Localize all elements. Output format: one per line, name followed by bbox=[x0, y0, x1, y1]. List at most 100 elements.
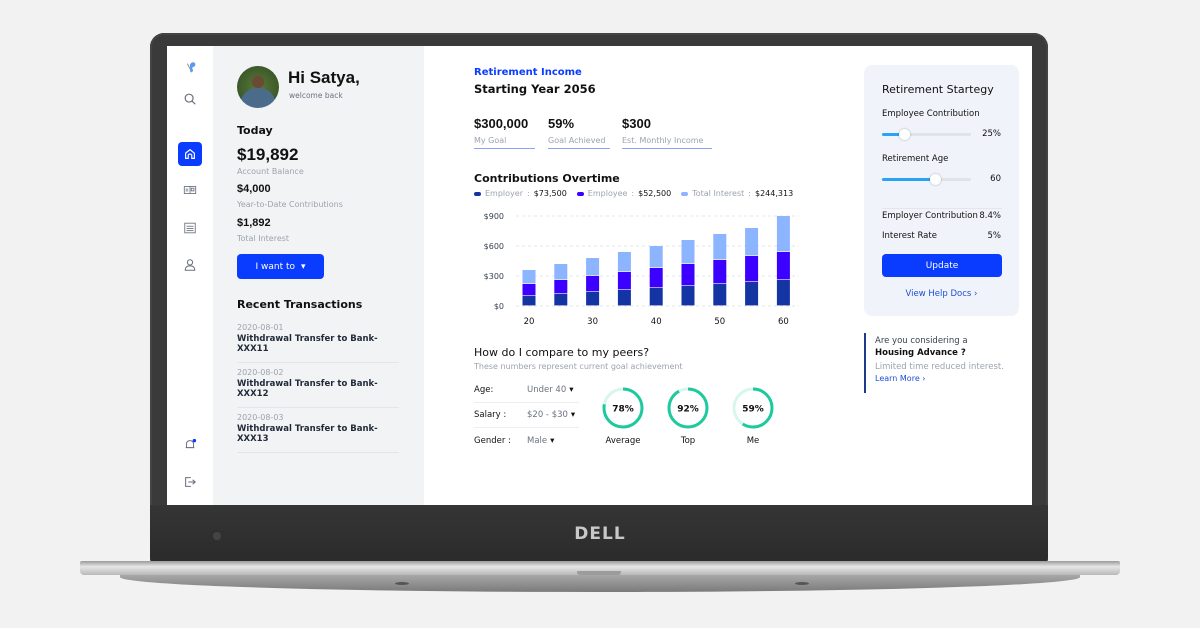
transaction-date: 2020-08-03 bbox=[237, 413, 284, 422]
transaction-item[interactable]: 2020-08-01 Withdrawal Transfer to Bank-X… bbox=[237, 321, 399, 363]
ytd-contributions-label: Year-to-Date Contributions bbox=[237, 200, 343, 209]
laptop-notch bbox=[577, 571, 621, 575]
avatar[interactable] bbox=[237, 66, 279, 108]
gauge-me: 59% Me bbox=[729, 386, 777, 446]
x-tick-label: 30 bbox=[587, 317, 598, 327]
legend-value: $244,313 bbox=[754, 189, 794, 198]
employee-contribution-value: 25% bbox=[982, 129, 1001, 139]
webcam-icon bbox=[213, 532, 221, 540]
bar-segment-employer bbox=[681, 286, 695, 306]
laptop-base-underside bbox=[120, 574, 1080, 592]
bar-segment-employer bbox=[522, 296, 536, 306]
transaction-item[interactable]: 2020-08-02 Withdrawal Transfer to Bank-X… bbox=[237, 366, 399, 408]
bar-segment-total-interest bbox=[745, 228, 759, 256]
filter-label: Salary : bbox=[474, 410, 507, 420]
bar-segment-employee bbox=[554, 280, 568, 294]
account-balance-value: $19,892 bbox=[237, 145, 299, 164]
x-tick-label: 20 bbox=[524, 317, 535, 327]
total-interest-label: Total Interest bbox=[237, 234, 290, 243]
bar-segment-total-interest bbox=[681, 240, 695, 264]
filter-age[interactable]: Age: Under 40 ▾ bbox=[474, 378, 579, 403]
strategy-title: Retirement Startegy bbox=[882, 83, 994, 96]
transaction-description: Withdrawal Transfer to Bank-XXX11 bbox=[237, 334, 378, 354]
home-icon[interactable] bbox=[178, 142, 202, 166]
stat-goal-achieved: 59% Goal Achieved bbox=[548, 116, 610, 149]
bar-segment-employer bbox=[745, 282, 759, 306]
bar-segment-employee bbox=[776, 252, 790, 280]
contributions-chart: $0 $300 $600 $900 20 30 40 50 60 bbox=[484, 212, 799, 327]
learn-more-link[interactable]: Learn More › bbox=[875, 374, 1004, 383]
bar-segment-employee bbox=[745, 256, 759, 282]
greeting: Hi Satya, bbox=[288, 68, 360, 87]
laptop-foot bbox=[395, 582, 409, 585]
retirement-age-value: 60 bbox=[990, 174, 1001, 184]
retirement-age-label: Retirement Age bbox=[882, 154, 949, 164]
legend-item-employee: Employee: $52,500 bbox=[576, 189, 672, 198]
chart-legend: Employer: $73,500 Employee: $52,500 Tota… bbox=[474, 189, 793, 198]
employee-contribution-slider[interactable] bbox=[882, 129, 971, 140]
search-icon[interactable] bbox=[178, 87, 202, 111]
stat-label: Goal Achieved bbox=[548, 136, 606, 145]
update-button[interactable]: Update bbox=[882, 254, 1002, 277]
user-icon[interactable] bbox=[178, 253, 202, 277]
id-card-icon[interactable] bbox=[178, 178, 202, 202]
employer-contribution-label: Employer Contribution bbox=[882, 211, 978, 221]
view-help-docs-link[interactable]: View Help Docs › bbox=[864, 289, 1019, 299]
retirement-strategy-panel: Retirement Startegy Employee Contributio… bbox=[864, 65, 1019, 316]
y-tick-label: $0 bbox=[494, 302, 504, 311]
slider-thumb[interactable] bbox=[930, 174, 942, 185]
legend-swatch bbox=[576, 191, 584, 196]
filter-value: $20 - $30 bbox=[527, 410, 568, 420]
caret-down-icon: ▾ bbox=[569, 385, 574, 395]
butterfly-icon[interactable] bbox=[178, 56, 202, 80]
gauge-value: 59% bbox=[742, 405, 764, 415]
bar-segment-employer bbox=[554, 294, 568, 306]
caret-down-icon: ▾ bbox=[301, 261, 306, 272]
retirement-age-slider[interactable] bbox=[882, 174, 971, 185]
employer-contribution-value: 8.4% bbox=[979, 211, 1001, 221]
starting-year-title: Starting Year 2056 bbox=[474, 82, 596, 96]
logout-icon[interactable] bbox=[178, 470, 202, 494]
legend-swatch bbox=[474, 191, 481, 196]
bar-segment-employee bbox=[617, 272, 631, 290]
x-tick-label: 50 bbox=[714, 317, 725, 327]
bar-segment-total-interest bbox=[522, 270, 536, 284]
bar-segment-employer bbox=[617, 290, 631, 306]
bar-segment-total-interest bbox=[776, 216, 790, 252]
legend-item-employer: Employer: $73,500 bbox=[474, 189, 567, 198]
slider-thumb[interactable] bbox=[899, 129, 911, 140]
filter-value: Under 40 bbox=[527, 385, 567, 395]
list-icon[interactable] bbox=[178, 216, 202, 240]
ytd-contributions-value: $4,000 bbox=[237, 183, 271, 195]
transaction-item[interactable]: 2020-08-03 Withdrawal Transfer to Bank-X… bbox=[237, 411, 399, 453]
bell-icon[interactable] bbox=[178, 433, 202, 457]
bar-segment-total-interest bbox=[554, 264, 568, 280]
transaction-description: Withdrawal Transfer to Bank-XXX13 bbox=[237, 424, 378, 444]
i-want-to-label: I want to bbox=[255, 261, 295, 272]
bar-segment-employee bbox=[681, 264, 695, 286]
gauge-label: Me bbox=[746, 436, 760, 446]
slider-fill bbox=[882, 178, 936, 181]
gauge-ring: 78% bbox=[602, 387, 644, 429]
gauge-average: 78% Average bbox=[599, 386, 647, 446]
bar-segment-employee bbox=[586, 276, 600, 292]
stat-label: My Goal bbox=[474, 136, 507, 145]
legend-name: Employee bbox=[587, 189, 628, 198]
filter-value: Male bbox=[527, 435, 548, 446]
legend-name: Employer bbox=[485, 189, 523, 198]
transaction-date: 2020-08-02 bbox=[237, 368, 284, 377]
employee-contribution-label: Employee Contribution bbox=[882, 109, 980, 119]
filter-gender[interactable]: Gender : Male ▾ bbox=[474, 428, 579, 453]
legend-value: $52,500 bbox=[638, 189, 672, 198]
main-content: Retirement Income Starting Year 2056 $30… bbox=[424, 46, 864, 505]
bar-segment-employee bbox=[649, 268, 663, 288]
legend-name: Total Interest bbox=[692, 189, 745, 198]
bar-segment-employer bbox=[776, 280, 790, 306]
transaction-description: Withdrawal Transfer to Bank-XXX12 bbox=[237, 379, 378, 399]
x-tick-label: 60 bbox=[778, 317, 789, 327]
filter-salary[interactable]: Salary : $20 - $30 ▾ bbox=[474, 403, 579, 428]
bar-segment-total-interest bbox=[713, 234, 727, 260]
filter-label: Age: bbox=[474, 385, 494, 395]
stat-value: 59% bbox=[548, 116, 575, 131]
i-want-to-button[interactable]: I want to ▾ bbox=[237, 254, 324, 279]
